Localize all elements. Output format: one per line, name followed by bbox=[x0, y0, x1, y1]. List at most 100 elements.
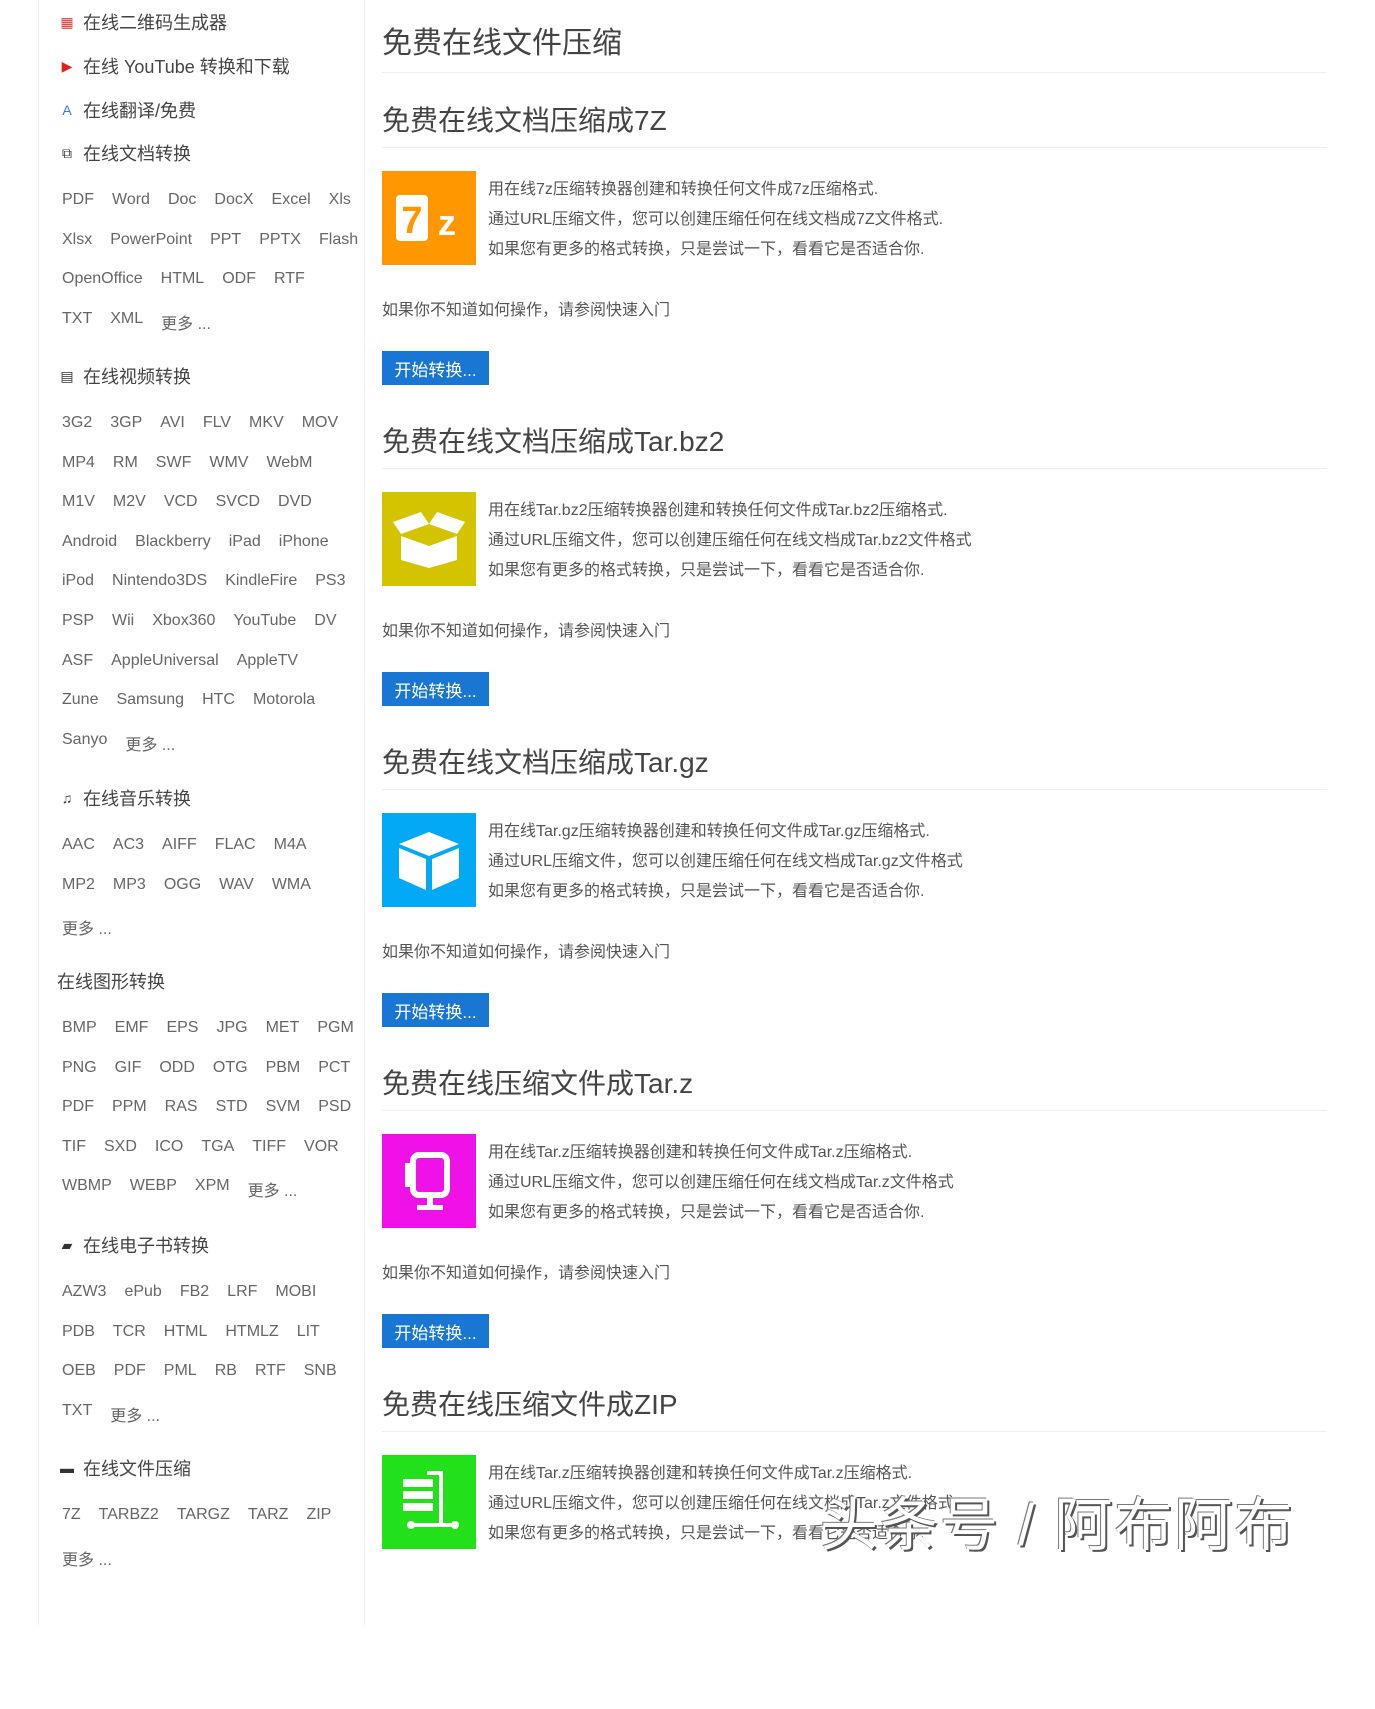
format-link[interactable]: DocX bbox=[214, 191, 253, 215]
format-link[interactable]: XML bbox=[110, 310, 143, 334]
format-link[interactable]: PDF bbox=[62, 1098, 94, 1122]
format-link[interactable]: iPod bbox=[62, 572, 94, 596]
format-link[interactable]: M4A bbox=[274, 836, 307, 860]
format-link[interactable]: SWF bbox=[156, 454, 192, 478]
format-link[interactable]: PPT bbox=[210, 231, 241, 255]
format-link[interactable]: YouTube bbox=[233, 612, 296, 636]
format-link[interactable]: TXT bbox=[62, 1402, 92, 1426]
quick-start-hint[interactable]: 如果你不知道如何操作，请参阅快速入门 bbox=[382, 296, 670, 320]
format-link[interactable]: TGA bbox=[201, 1138, 234, 1162]
format-link[interactable]: 更多 ... bbox=[62, 1546, 112, 1570]
format-link[interactable]: ICO bbox=[155, 1138, 183, 1162]
format-link[interactable]: SXD bbox=[104, 1138, 137, 1162]
format-link[interactable]: Motorola bbox=[253, 691, 315, 715]
format-link[interactable]: DV bbox=[314, 612, 336, 636]
format-link[interactable]: 更多 ... bbox=[125, 731, 175, 755]
format-link[interactable]: ODF bbox=[222, 270, 256, 294]
sidebar-category[interactable]: ▶ 在线 YouTube 转换和下载 bbox=[57, 54, 290, 78]
format-link[interactable]: OEB bbox=[62, 1362, 96, 1386]
format-link[interactable]: Word bbox=[112, 191, 150, 215]
format-link[interactable]: DVD bbox=[278, 493, 312, 517]
format-link[interactable]: OTG bbox=[213, 1059, 248, 1083]
format-link[interactable]: RB bbox=[215, 1362, 237, 1386]
format-link[interactable]: iPad bbox=[229, 533, 261, 557]
format-link[interactable]: ODD bbox=[159, 1059, 195, 1083]
format-link[interactable]: Nintendo3DS bbox=[112, 572, 207, 596]
format-link[interactable]: 7Z bbox=[62, 1506, 81, 1530]
format-link[interactable]: SVM bbox=[266, 1098, 301, 1122]
format-link[interactable]: TXT bbox=[62, 310, 92, 334]
format-link[interactable]: PDF bbox=[62, 191, 94, 215]
format-link[interactable]: Xls bbox=[329, 191, 351, 215]
format-link[interactable]: KindleFire bbox=[225, 572, 297, 596]
format-link[interactable]: STD bbox=[216, 1098, 248, 1122]
format-link[interactable]: iPhone bbox=[279, 533, 329, 557]
format-link[interactable]: AppleUniversal bbox=[111, 652, 219, 676]
format-link[interactable]: Doc bbox=[168, 191, 196, 215]
format-link[interactable]: TIFF bbox=[252, 1138, 286, 1162]
format-link[interactable]: Xbox360 bbox=[152, 612, 215, 636]
start-convert-button[interactable]: 开始转换... bbox=[382, 672, 489, 706]
format-link[interactable]: RAS bbox=[165, 1098, 198, 1122]
format-link[interactable]: PCT bbox=[318, 1059, 350, 1083]
format-link[interactable]: RM bbox=[113, 454, 138, 478]
format-link[interactable]: LRF bbox=[227, 1283, 257, 1307]
format-link[interactable]: TARZ bbox=[248, 1506, 289, 1530]
format-link[interactable]: XPM bbox=[195, 1177, 230, 1201]
format-link[interactable]: AVI bbox=[160, 414, 185, 438]
format-link[interactable]: WMV bbox=[209, 454, 248, 478]
format-link[interactable]: EMF bbox=[115, 1019, 149, 1043]
format-link[interactable]: EPS bbox=[166, 1019, 198, 1043]
format-link[interactable]: WBMP bbox=[62, 1177, 112, 1201]
format-link[interactable]: AC3 bbox=[113, 836, 144, 860]
format-link[interactable]: Xlsx bbox=[62, 231, 92, 255]
format-link[interactable]: MKV bbox=[249, 414, 284, 438]
format-link[interactable]: OpenOffice bbox=[62, 270, 143, 294]
format-link[interactable]: WebM bbox=[266, 454, 312, 478]
format-link[interactable]: FB2 bbox=[180, 1283, 209, 1307]
format-link[interactable]: TARGZ bbox=[177, 1506, 230, 1530]
format-link[interactable]: PPM bbox=[112, 1098, 147, 1122]
start-convert-button[interactable]: 开始转换... bbox=[382, 993, 489, 1027]
format-link[interactable]: Samsung bbox=[116, 691, 184, 715]
format-link[interactable]: PPTX bbox=[259, 231, 301, 255]
format-link[interactable]: MOBI bbox=[275, 1283, 316, 1307]
format-link[interactable]: OGG bbox=[164, 876, 201, 900]
format-link[interactable]: MOV bbox=[302, 414, 338, 438]
format-link[interactable]: PS3 bbox=[315, 572, 345, 596]
format-link[interactable]: AIFF bbox=[162, 836, 197, 860]
format-link[interactable]: PDF bbox=[114, 1362, 146, 1386]
format-link[interactable]: 更多 ... bbox=[62, 915, 112, 939]
format-link[interactable]: VCD bbox=[164, 493, 198, 517]
quick-start-hint[interactable]: 如果你不知道如何操作，请参阅快速入门 bbox=[382, 617, 670, 641]
format-link[interactable]: PGM bbox=[317, 1019, 353, 1043]
sidebar-category[interactable]: A 在线翻译/免费 bbox=[57, 98, 196, 122]
format-link[interactable]: PDB bbox=[62, 1323, 95, 1347]
format-link[interactable]: SNB bbox=[304, 1362, 337, 1386]
format-link[interactable]: TIF bbox=[62, 1138, 86, 1162]
format-link[interactable]: AAC bbox=[62, 836, 95, 860]
sidebar-category[interactable]: ▦ 在线二维码生成器 bbox=[57, 10, 227, 34]
format-link[interactable]: Flash bbox=[319, 231, 358, 255]
format-link[interactable]: MP4 bbox=[62, 454, 95, 478]
format-link[interactable]: MP3 bbox=[113, 876, 146, 900]
format-link[interactable]: PowerPoint bbox=[110, 231, 192, 255]
quick-start-hint[interactable]: 如果你不知道如何操作，请参阅快速入门 bbox=[382, 1259, 670, 1283]
format-link[interactable]: M1V bbox=[62, 493, 95, 517]
format-link[interactable]: BMP bbox=[62, 1019, 97, 1043]
format-link[interactable]: PML bbox=[164, 1362, 197, 1386]
format-link[interactable]: Sanyo bbox=[62, 731, 107, 755]
format-link[interactable]: FLV bbox=[203, 414, 231, 438]
format-link[interactable]: MP2 bbox=[62, 876, 95, 900]
format-link[interactable]: TCR bbox=[113, 1323, 146, 1347]
format-link[interactable]: WMA bbox=[272, 876, 311, 900]
format-link[interactable]: LIT bbox=[297, 1323, 320, 1347]
format-link[interactable]: SVCD bbox=[216, 493, 260, 517]
format-link[interactable]: Zune bbox=[62, 691, 98, 715]
format-link[interactable]: RTF bbox=[255, 1362, 286, 1386]
format-link[interactable]: JPG bbox=[216, 1019, 247, 1043]
format-link[interactable]: TARBZ2 bbox=[99, 1506, 159, 1530]
format-link[interactable]: PSD bbox=[318, 1098, 351, 1122]
format-link[interactable]: 3GP bbox=[110, 414, 142, 438]
format-link[interactable]: WEBP bbox=[130, 1177, 177, 1201]
